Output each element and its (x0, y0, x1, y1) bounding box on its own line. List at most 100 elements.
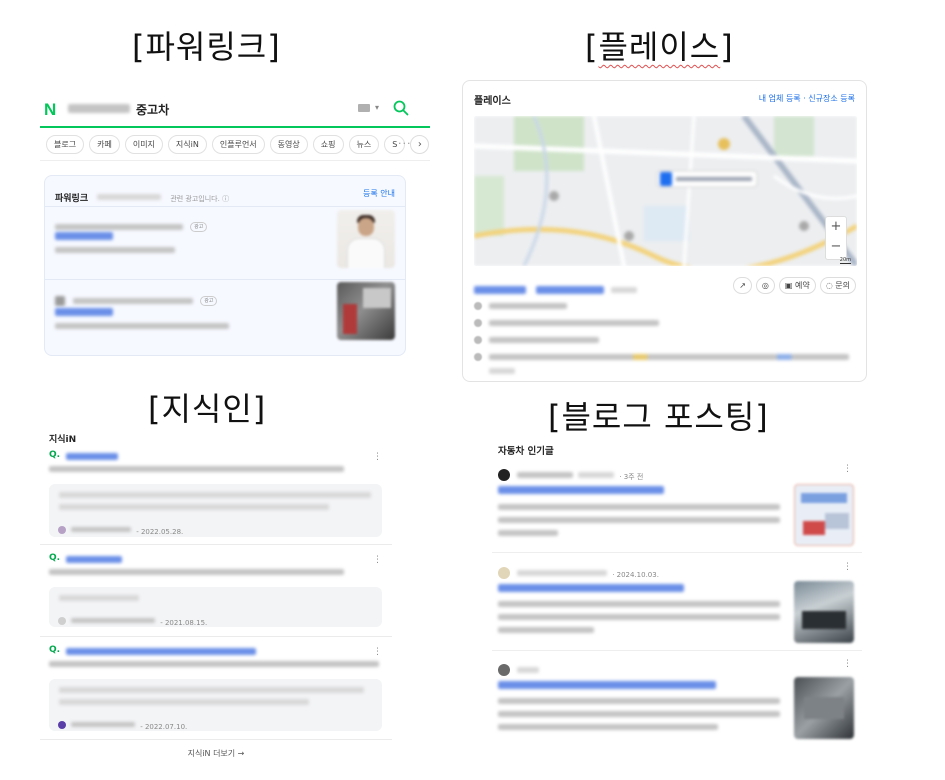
blog-post[interactable]: · 3주 전 ⋮ (492, 464, 862, 550)
kin-answer-box[interactable]: - 2022.05.28. (49, 484, 382, 537)
divider (40, 636, 392, 637)
location-pin-button[interactable]: ◎ (755, 277, 775, 294)
kin-item[interactable]: Q. ⋮ - 2022.07.10. (40, 645, 392, 743)
more-options-icon[interactable]: ⋮ (373, 647, 382, 657)
ad-description-redacted (55, 247, 175, 253)
kin-question-marker: Q. (49, 450, 61, 460)
kin-answer-box[interactable]: - 2021.08.15. (49, 587, 382, 627)
kin-answer-date: - 2021.08.15. (160, 619, 208, 627)
place-title: 플레이스 (474, 96, 511, 107)
more-options-icon[interactable]: ⋮ (373, 555, 382, 565)
blog-post-title-redacted[interactable] (498, 584, 684, 592)
kin-answerer-redacted (71, 527, 132, 532)
ad-url-redacted (55, 223, 183, 230)
place-address-row (474, 312, 859, 327)
place-desc-row (474, 346, 859, 361)
kin-item[interactable]: Q. ⋮ - 2022.05.28. (40, 450, 392, 546)
ad-thumbnail-car[interactable] (337, 282, 395, 340)
place-map[interactable]: + − 20m (474, 116, 857, 266)
inquiry-button[interactable]: ◌ 문의 (819, 277, 856, 294)
ad-headline-redacted[interactable] (55, 308, 113, 316)
blog-thumbnail[interactable] (794, 677, 854, 739)
kin-title: 지식iN (49, 435, 77, 445)
more-icon[interactable]: ··· (398, 137, 412, 150)
kin-more-link[interactable]: 지식iN 더보기 → (40, 748, 392, 759)
avatar[interactable] (498, 566, 510, 579)
nav-tab[interactable]: 카페 (89, 135, 120, 154)
ad-thumbnail-person[interactable] (337, 210, 395, 268)
blog-author-redacted[interactable] (517, 471, 574, 478)
ad-card-title: 파워링크 (55, 194, 89, 204)
place-title-word: 플레이스 (598, 28, 721, 66)
blog-author-redacted[interactable] (517, 666, 540, 673)
place-name-redacted[interactable] (474, 285, 526, 294)
blog-post[interactable]: ⋮ (492, 659, 862, 745)
kin-question-title-redacted[interactable] (66, 556, 122, 563)
nav-tab[interactable]: 블로그 (46, 135, 85, 154)
blog-author-redacted[interactable] (517, 569, 608, 576)
avatar[interactable] (498, 468, 510, 481)
blog-thumbnail[interactable] (794, 484, 854, 546)
avatar (58, 616, 66, 625)
nav-tab[interactable]: 쇼핑 (312, 135, 344, 154)
kin-question-body-redacted (49, 466, 344, 472)
blog-post-snippet-redacted (498, 530, 558, 536)
blog-post-title-redacted[interactable] (498, 681, 716, 689)
map-scale: 20m (839, 257, 851, 264)
kin-question-marker: Q. (49, 645, 61, 655)
chevron-down-icon[interactable]: ▾ (375, 103, 379, 112)
ad-badge: 광고 (190, 221, 208, 232)
blog-post[interactable]: · 2024.10.03. ⋮ (492, 562, 862, 648)
reserve-button[interactable]: ▣ 예약 (778, 277, 816, 294)
place-hours-redacted (489, 336, 599, 343)
chevron-right-icon[interactable]: › (410, 135, 430, 154)
keyboard-icon[interactable] (358, 104, 370, 112)
map-zoom-control[interactable]: + − (825, 216, 847, 260)
blog-thumbnail[interactable] (794, 581, 854, 643)
blog-name-redacted (578, 471, 615, 478)
ad-item[interactable]: 광고 (55, 210, 395, 272)
blog-post-date: · 2024.10.03. (612, 571, 659, 579)
avatar (58, 525, 66, 534)
place-name-redacted[interactable] (536, 285, 605, 294)
nav-tab[interactable]: 뉴스 (348, 135, 380, 154)
naver-logo[interactable]: N (44, 100, 56, 120)
kin-item[interactable]: Q. ⋮ - 2021.08.15. (40, 553, 392, 643)
place-phone-redacted (489, 302, 567, 309)
ad-url-redacted (73, 297, 194, 304)
place-description-redacted (489, 353, 849, 360)
directions-button[interactable]: ↗ (733, 277, 752, 294)
blog-post-title-redacted[interactable] (498, 486, 664, 494)
powerlink-ad-card: 파워링크 관련 광고입니다. ⓘ 등록 안내 광고 광고 (44, 175, 406, 356)
ad-register-link[interactable]: 등록 안내 (363, 188, 395, 199)
more-options-icon[interactable]: ⋮ (843, 464, 852, 474)
zoom-out-button[interactable]: − (826, 237, 846, 257)
nav-tab[interactable]: 지식iN (167, 135, 207, 154)
place-register-links[interactable]: 내 업체 등록 · 신규장소 등록 (759, 93, 855, 104)
avatar (58, 720, 66, 729)
place-panel: 플레이스 내 업체 등록 · 신규장소 등록 + − 20m ↗ ◎ ▣ 예약 … (462, 80, 867, 382)
more-options-icon[interactable]: ⋮ (843, 562, 852, 572)
more-options-icon[interactable]: ⋮ (373, 452, 382, 462)
kin-question-title-redacted[interactable] (66, 453, 118, 460)
nav-tab[interactable]: 이미지 (124, 135, 163, 154)
ad-headline-redacted[interactable] (55, 232, 113, 240)
ad-query-redacted (97, 193, 162, 200)
avatar[interactable] (498, 663, 510, 676)
blog-post-snippet-redacted (498, 614, 780, 620)
blog-post-snippet-redacted (498, 517, 780, 523)
search-query-suffix: 중고차 (136, 103, 170, 117)
ad-item[interactable]: 광고 (55, 282, 395, 348)
divider (45, 206, 405, 207)
nav-tab[interactable]: 인플루언서 (211, 135, 265, 154)
kin-question-title-redacted[interactable] (66, 648, 256, 655)
zoom-in-button[interactable]: + (826, 217, 846, 237)
blog-post-snippet-redacted (498, 724, 718, 730)
divider (45, 279, 405, 280)
divider (40, 739, 392, 740)
search-icon[interactable] (391, 98, 411, 118)
nav-tab[interactable]: 동영상 (269, 135, 308, 154)
kin-answer-date: - 2022.07.10. (140, 723, 188, 731)
kin-answer-box[interactable]: - 2022.07.10. (49, 679, 382, 731)
more-options-icon[interactable]: ⋮ (843, 659, 852, 669)
